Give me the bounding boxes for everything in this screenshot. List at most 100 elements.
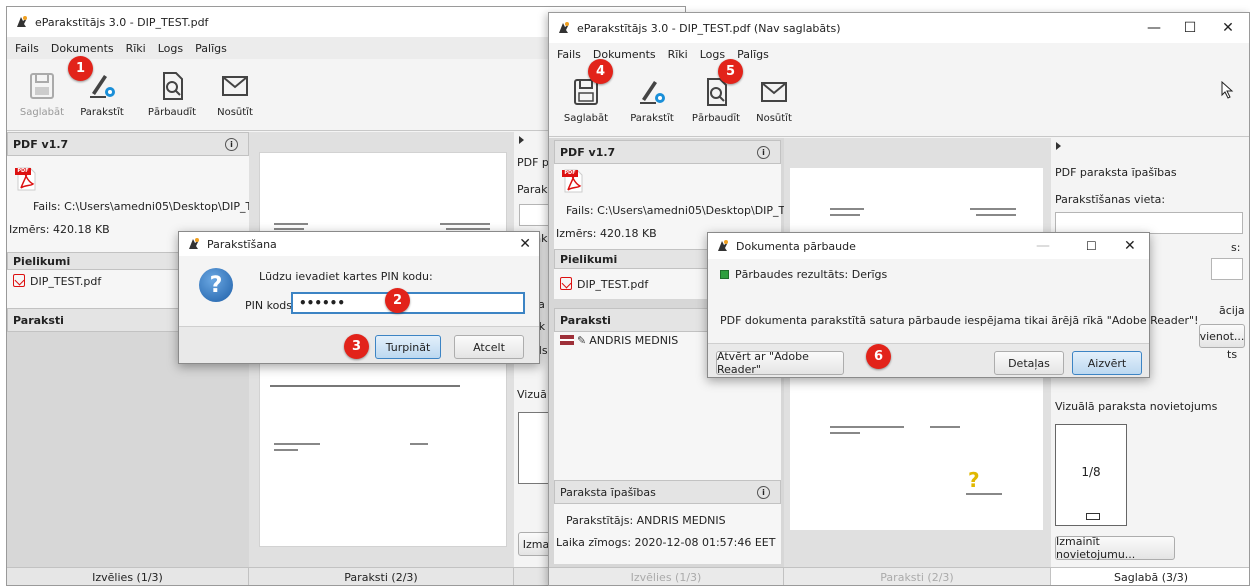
menu-logs[interactable]: Logs [158, 42, 183, 55]
verify-dialog: Dokumenta pārbaude — ☐ ✕ Pārbaudes rezul… [707, 232, 1199, 378]
right-toolbar: Saglabāt Parakstīt Pārbaudīt Nosūtīt [549, 65, 1249, 137]
verify-button[interactable]: Pārbaudīt [137, 71, 207, 118]
verify-label: Pārbaudīt [147, 107, 197, 118]
verify-message: PDF dokumenta parakstītā satura pārbaude… [720, 314, 1199, 327]
signature-position-marker [1086, 513, 1100, 520]
step-badge-4: 4 [588, 59, 613, 84]
step-badge-5: 5 [718, 59, 743, 84]
attachment-item[interactable]: DIP_TEST.pdf [13, 274, 101, 288]
mouse-cursor-icon [1221, 81, 1234, 99]
step-badge-6: 6 [866, 344, 891, 369]
latvia-flag-icon [560, 335, 574, 345]
signature-pen-icon: ✎ [577, 334, 587, 347]
tab-izvelies[interactable]: Izvēlies (1/3) [549, 568, 784, 585]
right-tab-bar: Izvēlies (1/3) Paraksti (2/3) Saglabā (3… [549, 567, 1249, 585]
maximize-icon[interactable]: ☐ [1086, 233, 1097, 259]
tab-saglaba[interactable]: Saglabā (3/3) [1051, 568, 1249, 585]
place-input[interactable] [1055, 212, 1243, 234]
field4-label: ts [1227, 348, 1238, 361]
app-logo-icon [557, 21, 571, 35]
tab-paraksti[interactable]: Paraksti (2/3) [784, 568, 1051, 585]
place-label: Parakstīšanas vieta: [1055, 193, 1166, 206]
send-label: Nosūtīt [217, 107, 253, 118]
minimize-icon[interactable]: — [1036, 233, 1050, 259]
field2-label: s: [1231, 241, 1241, 254]
menu-riki[interactable]: Rīki [126, 42, 146, 55]
attachment-item[interactable]: DIP_TEST.pdf [560, 277, 648, 291]
signature-props-header: Paraksta īpašības i [554, 480, 781, 504]
file-path-text: Fails: C:\Users\amedni05\Desktop\DIP_TES [566, 204, 800, 217]
doc-panel-header: PDF v1.7 i [7, 132, 249, 156]
tab-izvelies[interactable]: Izvēlies (1/3) [7, 568, 249, 585]
change-position-button[interactable]: Izmainīt novietojumu... [1055, 535, 1175, 561]
pdf-small-icon [560, 277, 572, 290]
info-icon[interactable]: i [757, 145, 770, 159]
close-button[interactable]: Aizvērt [1072, 351, 1142, 375]
send-button[interactable]: Nosūtīt [200, 71, 270, 118]
verify-icon [163, 72, 183, 100]
close-icon[interactable]: ✕ [519, 232, 531, 256]
app-logo-icon [15, 15, 29, 29]
pin-dialog-titlebar: Parakstīšana ✕ [179, 232, 539, 256]
menu-fails[interactable]: Fails [15, 42, 39, 55]
props-section-title: PDF paraksta īpašības [1055, 166, 1177, 179]
close-icon[interactable]: ✕ [1124, 233, 1136, 259]
send-button[interactable]: Nosūtīt [739, 77, 809, 124]
file-size-text: Izmērs: 420.18 KB [556, 227, 657, 240]
pdf-file-icon: PDF [562, 168, 584, 194]
menu-dokuments[interactable]: Dokuments [51, 42, 114, 55]
app-logo-icon [187, 237, 201, 251]
pdf-small-icon [13, 274, 25, 287]
sign-pen-icon [640, 81, 665, 104]
tab-paraksti[interactable]: Paraksti (2/3) [249, 568, 514, 585]
right-window-title: eParakstītājs 3.0 - DIP_TEST.pdf (Nav sa… [577, 21, 841, 35]
collapse-arrow-icon[interactable] [1055, 142, 1063, 150]
envelope-icon [222, 76, 248, 96]
save-label: Saglabāt [19, 107, 65, 118]
save-button[interactable]: Saglabāt [551, 77, 621, 124]
step-badge-3: 3 [344, 334, 369, 359]
pin-label: PIN kods: [245, 299, 296, 312]
partial-label: Vizuā [517, 388, 547, 401]
visual-position-title: Vizuālā paraksta novietojums [1055, 400, 1218, 413]
minimize-icon[interactable]: — [1139, 13, 1169, 43]
doc-panel-header: PDF v1.7 i [554, 140, 781, 164]
info-icon[interactable]: i [225, 137, 238, 151]
add-button[interactable]: vienot... [1199, 324, 1245, 348]
question-icon: ? [199, 268, 233, 302]
cancel-button[interactable]: Atcelt [454, 335, 524, 359]
verify-result: Pārbaudes rezultāts: Derīgs [720, 268, 887, 281]
close-icon[interactable]: ✕ [1213, 13, 1243, 43]
open-adobe-button[interactable]: Atvērt ar "Adobe Reader" [716, 350, 844, 376]
partial-label: PDF p [517, 156, 549, 169]
envelope-icon [761, 82, 787, 102]
signature-item[interactable]: ✎ ANDRIS MEDNIS [560, 334, 678, 347]
maximize-icon[interactable]: ☐ [1175, 13, 1205, 43]
signer-text: Parakstītājs: ANDRIS MEDNIS [566, 514, 726, 527]
sign-label: Parakstīt [630, 113, 674, 124]
details-button[interactable]: Detaļas [994, 351, 1064, 375]
sign-button[interactable]: Parakstīt [617, 77, 687, 124]
info-icon[interactable]: i [757, 485, 770, 499]
menu-paligs[interactable]: Palīgs [195, 42, 227, 55]
menu-paligs[interactable]: Palīgs [737, 48, 769, 61]
menu-logs[interactable]: Logs [700, 48, 725, 61]
continue-button[interactable]: Turpināt [375, 335, 441, 359]
pdf-file-icon: PDF [15, 166, 37, 192]
menu-fails[interactable]: Fails [557, 48, 581, 61]
save-icon [30, 73, 54, 99]
valid-status-icon [720, 270, 729, 279]
verify-label: Pārbaudīt [691, 113, 741, 124]
page-indicator: 1/8 [1081, 465, 1101, 479]
step-badge-1: 1 [68, 56, 93, 81]
field2-input[interactable] [1211, 258, 1243, 280]
timestamp-text: Laika zīmogs: 2020-12-08 01:57:46 EET [556, 536, 776, 549]
menu-riki[interactable]: Rīki [668, 48, 688, 61]
collapse-arrow-icon[interactable] [518, 136, 526, 144]
right-menu-bar: Fails Dokuments Rīki Logs Palīgs [549, 43, 1249, 65]
visual-position-box[interactable]: 1/8 [1055, 424, 1127, 526]
step-badge-2: 2 [385, 288, 410, 313]
signature-stamp-icon: ? [968, 468, 980, 492]
app-logo-icon [716, 239, 730, 253]
left-window-title: eParakstītājs 3.0 - DIP_TEST.pdf [35, 15, 209, 29]
